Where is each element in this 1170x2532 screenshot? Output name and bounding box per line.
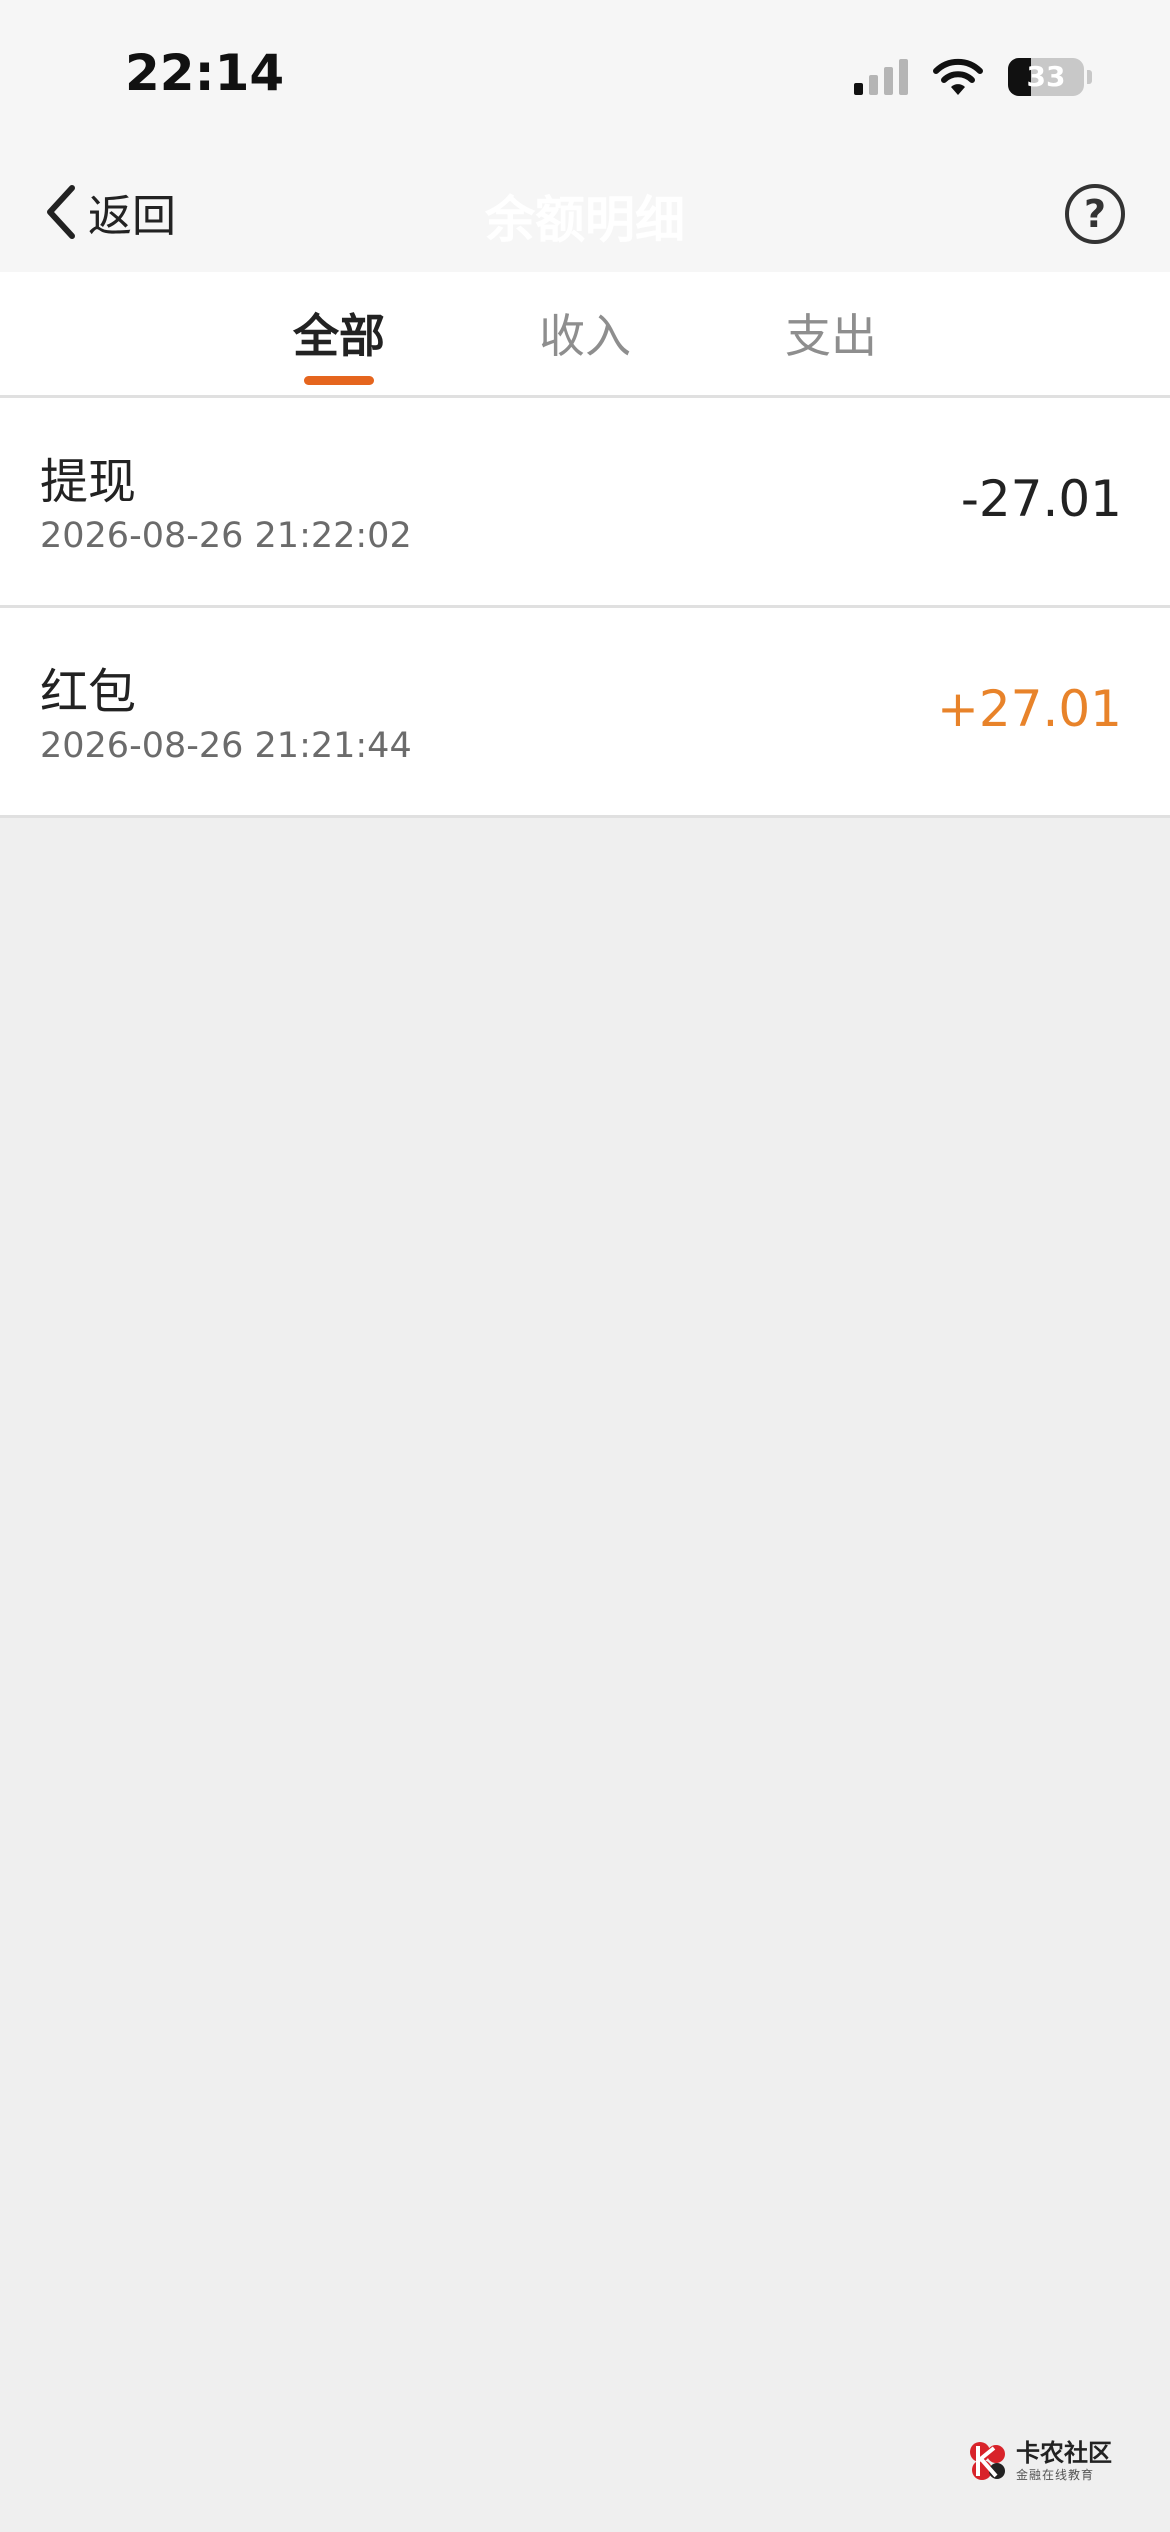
tab-all[interactable]: 全部	[249, 300, 429, 366]
active-tab-indicator	[304, 376, 374, 385]
cellular-signal-icon	[854, 59, 908, 95]
record-title: 提现	[40, 454, 137, 510]
wifi-icon	[933, 58, 983, 95]
tab-expense[interactable]: 支出	[741, 300, 921, 366]
watermark-name: 卡农社区	[1016, 2439, 1112, 2467]
list-item[interactable]: 红包 2026-08-26 21:21:44 +27.01	[0, 608, 1170, 818]
list-item[interactable]: 提现 2026-08-26 21:22:02 -27.01	[0, 398, 1170, 608]
balance-records-list: 提现 2026-08-26 21:22:02 -27.01 红包 2026-08…	[0, 398, 1170, 818]
record-time: 2026-08-26 21:21:44	[40, 726, 412, 766]
help-icon[interactable]: ?	[1065, 184, 1125, 244]
nav-bar: 返回 余额明细 ?	[0, 150, 1170, 272]
tab-income[interactable]: 收入	[495, 300, 675, 366]
status-bar: 22:14 33	[0, 0, 1170, 150]
record-amount: -27.01	[960, 470, 1122, 528]
status-icons: 33	[854, 52, 1092, 102]
battery-icon: 33	[1008, 58, 1084, 96]
page-title: 余额明细	[485, 191, 685, 249]
watermark-logo: 卡农社区 金融在线教育	[968, 2440, 1112, 2482]
filter-tabs: 全部 收入 支出	[0, 272, 1170, 398]
record-amount: +27.01	[936, 680, 1122, 738]
kanong-logo-icon	[970, 2442, 1005, 2480]
status-time: 22:14	[125, 44, 285, 102]
battery-level: 33	[1026, 60, 1066, 93]
record-time: 2026-08-26 21:22:02	[40, 516, 412, 556]
record-title: 红包	[40, 664, 137, 720]
battery-cap	[1087, 70, 1092, 84]
watermark-slogan: 金融在线教育	[1016, 2468, 1095, 2482]
